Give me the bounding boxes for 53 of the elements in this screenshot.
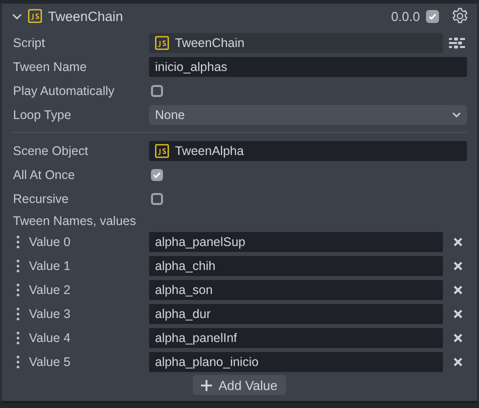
dropdown[interactable]: None	[149, 105, 467, 125]
close-icon[interactable]	[453, 333, 463, 343]
js-icon	[155, 36, 169, 50]
chevron-down-icon[interactable]	[12, 12, 22, 20]
text-field[interactable]: inicio_alphas	[149, 57, 467, 77]
drag-handle-icon[interactable]	[16, 355, 20, 369]
value-label: Value 2	[29, 283, 70, 297]
js-icon	[28, 9, 42, 23]
value-label: Value 5	[29, 355, 70, 369]
close-icon[interactable]	[453, 237, 463, 247]
add-value-button[interactable]: Add Value	[193, 375, 286, 395]
value-field[interactable]: alpha_dur	[149, 304, 443, 324]
close-icon[interactable]	[453, 285, 463, 295]
enabled-checkbox[interactable]	[426, 10, 439, 22]
value-field[interactable]: alpha_panelInf	[149, 328, 443, 348]
drag-handle-icon[interactable]	[16, 259, 20, 273]
drag-handle-icon[interactable]	[16, 331, 20, 345]
value-label: Value 1	[29, 259, 70, 273]
settings-icon[interactable]	[451, 7, 469, 25]
property-label: Tween Name	[13, 60, 88, 74]
drag-handle-icon[interactable]	[16, 283, 20, 297]
drag-handle-icon[interactable]	[16, 307, 20, 321]
value-field[interactable]: alpha_plano_inicio	[149, 352, 443, 372]
js-icon	[155, 144, 169, 158]
value-label: Value 4	[29, 331, 70, 345]
sliders-icon	[447, 36, 467, 50]
checkbox[interactable]	[151, 169, 163, 181]
property-label: Loop Type	[13, 108, 72, 122]
chevron-down-icon	[452, 112, 461, 118]
plus-icon	[201, 380, 212, 390]
check-icon	[152, 170, 162, 180]
value-field[interactable]: alpha_panelSup	[149, 232, 443, 252]
list-label: Tween Names, values	[13, 214, 136, 228]
property-label: All At Once	[13, 168, 76, 182]
close-icon[interactable]	[453, 261, 463, 271]
close-icon[interactable]	[453, 309, 463, 319]
component-title: TweenChain	[48, 8, 124, 24]
check-icon	[428, 12, 437, 20]
property-label: Script	[13, 36, 46, 50]
script-field[interactable]: TweenChain	[149, 33, 443, 53]
object-field[interactable]: TweenAlpha	[149, 141, 467, 161]
value-field[interactable]: alpha_son	[149, 280, 443, 300]
property-label: Play Automatically	[13, 84, 116, 98]
version-label: 0.0.0	[391, 8, 420, 24]
checkbox[interactable]	[151, 193, 163, 205]
value-field[interactable]: alpha_chih	[149, 256, 443, 276]
drag-handle-icon[interactable]	[16, 235, 20, 249]
checkbox[interactable]	[151, 85, 163, 97]
value-label: Value 0	[29, 235, 70, 249]
close-icon[interactable]	[453, 357, 463, 367]
property-label: Recursive	[13, 192, 70, 206]
value-label: Value 3	[29, 307, 70, 321]
property-label: Scene Object	[13, 144, 90, 158]
